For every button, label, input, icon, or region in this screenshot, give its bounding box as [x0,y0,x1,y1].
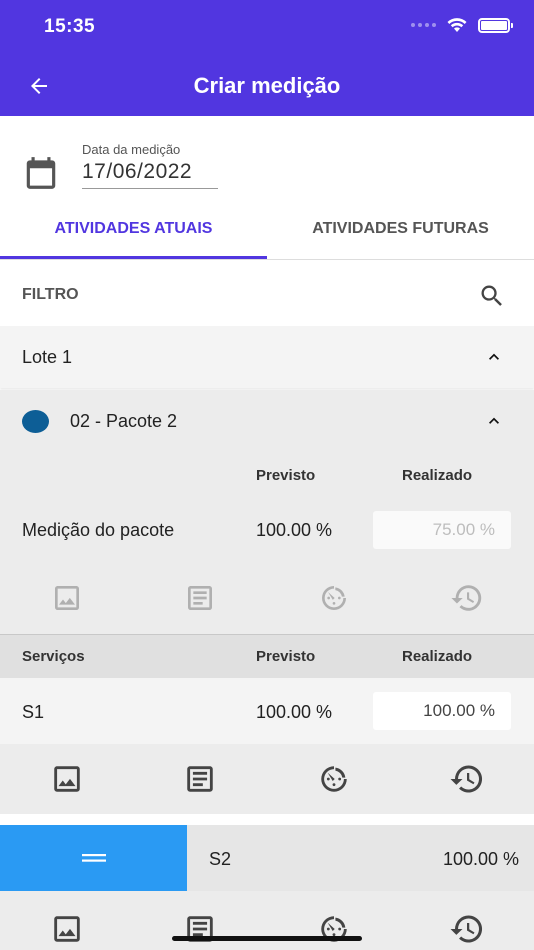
image-icon [54,766,80,792]
search-icon [481,285,502,306]
page-title: Criar medição [193,73,341,98]
service-action-bar [0,891,534,950]
filter-row: FILTRO [0,262,534,326]
service-realizado-input[interactable]: 100.00 % [373,692,511,730]
battery-icon [478,17,513,33]
history-icon [450,915,483,943]
home-indicator [172,936,362,941]
services-header: Serviços Previsto Realizado [0,634,534,678]
status-icons [411,17,513,33]
timer-button[interactable] [267,744,401,814]
history-button[interactable] [401,899,534,950]
image-icon [54,916,80,942]
image-icon [54,586,79,610]
service-row: S1 100.00 % 100.00 % [0,678,534,744]
status-bar: 15:35 [0,0,534,56]
timer-icon [321,586,346,610]
service-row[interactable]: S2 100.00 % [187,825,534,891]
wifi-icon [447,18,467,32]
services-label: Serviços [22,648,85,665]
drag-handle-icon [81,854,106,862]
date-field[interactable]: 17/06/2022 [82,160,218,189]
image-button[interactable] [0,744,134,814]
notes-icon [188,586,213,610]
service-previsto: 100.00 % [443,849,520,869]
tab-bar: ATIVIDADES ATUAIS ATIVIDADES FUTURAS [0,206,534,260]
notes-button[interactable] [134,744,268,814]
timer-icon [321,766,347,792]
notes-icon [187,766,213,792]
date-label: Data da medição [82,142,181,157]
tab-atividades-futuras[interactable]: ATIVIDADES FUTURAS [267,206,534,259]
package-realizado-input[interactable]: 75.00 % [373,511,511,549]
package-measure-label: Medição do pacote [22,520,175,540]
service-action-bar [0,744,534,814]
history-button[interactable] [401,744,534,814]
notes-button[interactable] [134,578,268,618]
notes-button[interactable] [134,899,268,950]
date-section: Data da medição 17/06/2022 [0,116,534,206]
app-bar: Criar medição [0,56,534,116]
realizado-header: Realizado [402,467,473,484]
search-button[interactable] [478,282,506,315]
service-name: S2 [209,849,232,869]
timer-button[interactable] [267,578,401,618]
calendar-icon [26,157,56,189]
service-name: S1 [22,702,45,722]
status-time: 15:35 [44,16,96,37]
service-previsto: 100.00 % [256,702,333,722]
package-status-dot [22,410,49,433]
filter-label: FILTRO [22,286,79,303]
chevron-up-icon[interactable] [484,411,504,431]
tab-atividades-atuais[interactable]: ATIVIDADES ATUAIS [0,206,267,259]
history-icon [450,765,483,793]
image-button[interactable] [0,578,134,618]
package-action-bar [0,578,534,618]
image-button[interactable] [0,899,134,950]
lote-header[interactable]: Lote 1 [0,326,534,388]
signal-icon [411,23,436,27]
drag-handle[interactable] [0,825,187,891]
chevron-up-icon[interactable] [484,347,504,367]
previsto-header: Previsto [256,467,316,484]
package-previsto-value: 100.00 % [256,520,333,540]
package-name: 02 - Pacote 2 [70,411,178,431]
services-previsto-header: Previsto [256,648,316,665]
timer-button[interactable] [267,899,401,950]
package-card: 02 - Pacote 2 Previsto Realizado Medição… [0,390,534,634]
history-icon [451,585,482,611]
history-button[interactable] [401,578,534,618]
lote-label: Lote 1 [22,347,73,367]
services-realizado-header: Realizado [402,648,473,665]
